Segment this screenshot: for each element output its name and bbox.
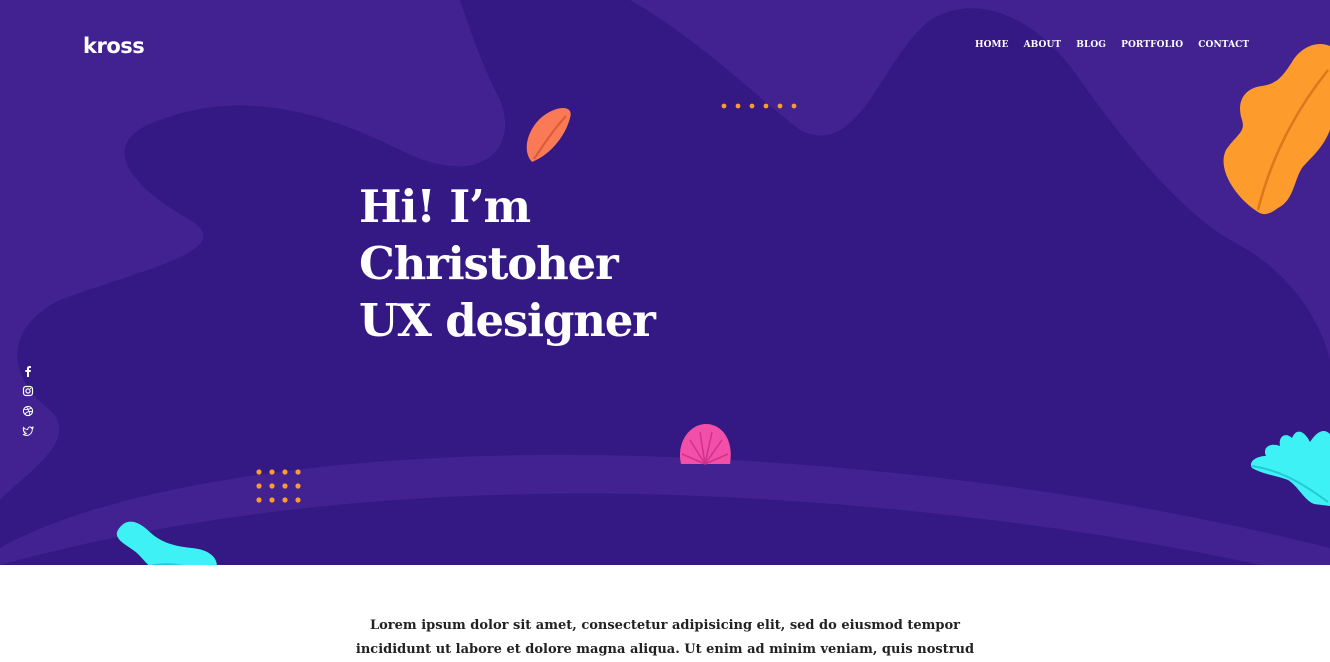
twitter-icon[interactable] — [22, 422, 34, 436]
intro-line-2: incididunt ut labore et dolore magna ali… — [355, 642, 975, 657]
pink-shell-shape — [679, 424, 731, 465]
nav-item-about[interactable]: ABOUT — [1024, 40, 1062, 50]
nav-item-home[interactable]: HOME — [975, 40, 1009, 50]
nav-item-blog[interactable]: BLOG — [1076, 40, 1106, 50]
social-links — [22, 362, 34, 436]
hero-background-shapes — [0, 0, 1330, 565]
site-logo[interactable]: kross — [83, 34, 145, 58]
dots-decoration-grid — [256, 469, 301, 503]
hero-line-greeting: Hi! I’m — [359, 180, 531, 233]
cyan-leaf-shape-left — [116, 521, 217, 565]
facebook-icon[interactable] — [22, 362, 34, 377]
hero-line-role: UX designer — [359, 294, 656, 347]
dribbble-icon[interactable] — [22, 402, 34, 417]
instagram-icon[interactable] — [22, 382, 34, 397]
cyan-leaf-shape-right — [1250, 431, 1330, 506]
dots-decoration-top — [721, 103, 797, 109]
hero-line-name: Christoher — [359, 237, 619, 290]
coral-leaf-shape — [526, 108, 571, 162]
hero-section: kross HOME ABOUT BLOG PORTFOLIO CONTACT … — [0, 0, 1330, 565]
orange-leaf-shape — [1223, 43, 1330, 215]
nav-item-contact[interactable]: CONTACT — [1198, 40, 1249, 50]
nav-item-portfolio[interactable]: PORTFOLIO — [1121, 40, 1183, 50]
intro-line-1: Lorem ipsum dolor sit amet, consectetur … — [369, 618, 960, 633]
intro-text: Lorem ipsum dolor sit amet, consectetur … — [0, 614, 1330, 662]
hero-headline: Hi! I’m Christoher UX designer — [359, 178, 656, 349]
main-nav: HOME ABOUT BLOG PORTFOLIO CONTACT — [975, 40, 1264, 50]
